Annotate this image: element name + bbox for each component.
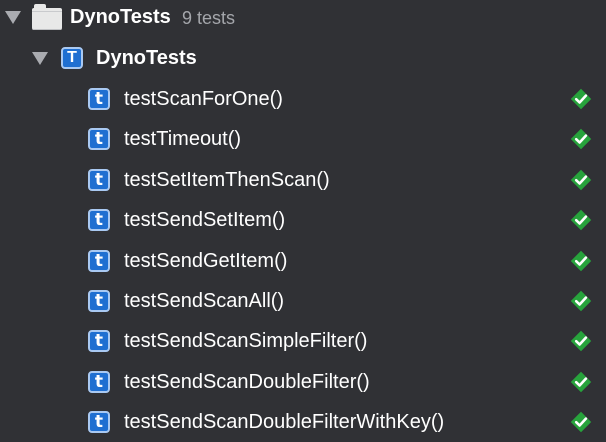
test-method-icon: t: [88, 371, 110, 393]
target-name: DynoTests: [96, 47, 197, 69]
target-disclosure-triangle[interactable]: [32, 52, 48, 65]
test-name: testSendScanDoubleFilterWithKey(): [124, 411, 445, 433]
test-method-icon: t: [88, 128, 110, 150]
folder-icon: [32, 4, 62, 30]
test-row[interactable]: t testScanForOne(): [0, 79, 606, 119]
test-passed-icon[interactable]: [570, 411, 592, 433]
test-method-icon: t: [88, 169, 110, 191]
test-method-icon: t: [88, 290, 110, 312]
bundle-test-count: 9 tests: [182, 8, 236, 28]
test-row[interactable]: t testSendScanDoubleFilter(): [0, 362, 606, 402]
test-name: testSendScanSimpleFilter(): [124, 330, 368, 352]
test-name: testSendSetItem(): [124, 209, 286, 231]
test-passed-icon[interactable]: [570, 169, 592, 191]
test-passed-icon[interactable]: [570, 88, 592, 110]
bundle-name: DynoTests: [70, 6, 171, 28]
test-row[interactable]: t testSendSetItem(): [0, 200, 606, 240]
test-method-icon: t: [88, 88, 110, 110]
test-passed-icon[interactable]: [570, 330, 592, 352]
test-passed-icon[interactable]: [570, 128, 592, 150]
test-method-icon: t: [88, 330, 110, 352]
target-row[interactable]: T DynoTests: [0, 38, 606, 78]
bundle-disclosure-triangle[interactable]: [5, 11, 21, 24]
test-name: testSendScanDoubleFilter(): [124, 371, 370, 393]
test-passed-icon[interactable]: [570, 250, 592, 272]
test-method-icon: t: [88, 411, 110, 433]
test-method-icon: t: [88, 250, 110, 272]
test-passed-icon[interactable]: [570, 371, 592, 393]
test-row[interactable]: t testTimeout(): [0, 119, 606, 159]
test-name: testSetItemThenScan(): [124, 169, 330, 191]
test-passed-icon[interactable]: [570, 290, 592, 312]
test-name: testTimeout(): [124, 128, 242, 150]
test-row[interactable]: t testSendScanAll(): [0, 281, 606, 321]
test-row[interactable]: t testSendScanSimpleFilter(): [0, 321, 606, 361]
test-row[interactable]: t testSendScanDoubleFilterWithKey(): [0, 402, 606, 442]
test-row[interactable]: t testSendGetItem(): [0, 241, 606, 281]
test-name: testSendGetItem(): [124, 250, 288, 272]
test-name: testScanForOne(): [124, 88, 283, 110]
bundle-row[interactable]: DynoTests 9 tests: [0, 0, 606, 38]
test-method-icon: t: [88, 209, 110, 231]
test-name: testSendScanAll(): [124, 290, 285, 312]
test-target-icon: T: [61, 47, 83, 69]
test-row[interactable]: t testSetItemThenScan(): [0, 160, 606, 200]
test-passed-icon[interactable]: [570, 209, 592, 231]
